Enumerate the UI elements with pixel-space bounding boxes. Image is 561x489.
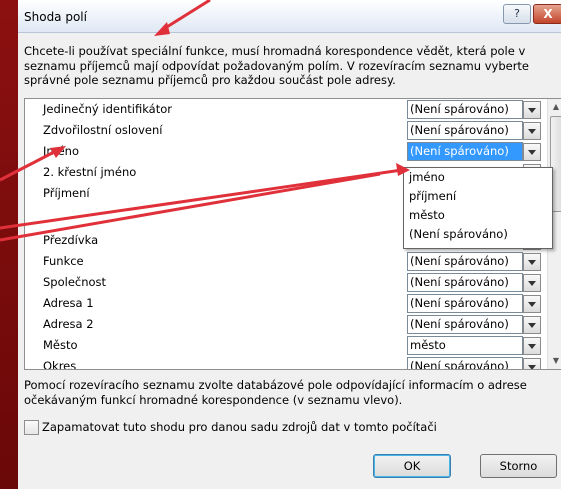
field-mapping-select-active[interactable]: (Není spárováno) <box>407 142 523 161</box>
field-dropdown-list: jméno příjmení město (Není spárováno) <box>403 167 553 249</box>
field-mapping-select[interactable]: (Není spárováno) <box>407 100 523 119</box>
field-mapping-select[interactable]: město <box>407 336 523 355</box>
mapping-row: Město město <box>25 335 547 356</box>
dropdown-option[interactable]: příjmení <box>404 187 552 206</box>
field-mapping-select[interactable]: (Není spárováno) <box>407 273 523 292</box>
dropdown-arrow-icon[interactable] <box>523 337 541 355</box>
scroll-down-icon[interactable]: ▼ <box>548 353 561 369</box>
field-label: Město <box>43 338 78 352</box>
mapping-row: Funkce (Není spárováno) <box>25 251 547 272</box>
background-slide <box>0 0 18 489</box>
field-label: Jedinečný identifikátor <box>43 102 172 116</box>
mapping-row: Adresa 1 (Není spárováno) <box>25 293 547 314</box>
ok-button[interactable]: OK <box>373 454 451 478</box>
mapping-row: Okres (Není spárováno) <box>25 356 547 370</box>
close-button[interactable]: X <box>533 4 561 24</box>
field-label: Funkce <box>43 254 84 268</box>
title-bar: Shoda polí ? X <box>18 0 561 33</box>
remember-checkbox[interactable] <box>24 420 39 435</box>
field-label: Okres <box>43 359 77 370</box>
field-mapping-select[interactable]: (Není spárováno) <box>407 294 523 313</box>
hint-text: Pomocí rozevíracího seznamu zvolte datab… <box>24 378 527 407</box>
dropdown-arrow-icon[interactable] <box>523 122 541 140</box>
field-label: Příjmení <box>43 186 90 200</box>
field-mapping-select[interactable]: (Není spárováno) <box>407 357 523 369</box>
field-label: Adresa 1 <box>43 296 94 310</box>
dropdown-arrow-icon[interactable] <box>523 101 541 119</box>
dropdown-arrow-icon[interactable] <box>523 316 541 334</box>
mapping-row: Zdvořilostní oslovení (Není spárováno) <box>25 120 547 141</box>
mapping-row: Společnost (Není spárováno) <box>25 272 547 293</box>
mapping-row: Adresa 2 (Není spárováno) <box>25 314 547 335</box>
instructions-text: Chcete-li používat speciální funkce, mus… <box>24 44 530 87</box>
mapping-row: Jméno (Není spárováno) <box>25 141 547 162</box>
remember-checkbox-label[interactable]: Zapamatovat tuto shodu pro danou sadu zd… <box>42 420 437 434</box>
dropdown-arrow-icon[interactable] <box>523 295 541 313</box>
dropdown-arrow-icon[interactable] <box>523 358 541 369</box>
field-mapping-select[interactable]: (Není spárováno) <box>407 252 523 271</box>
scroll-up-icon[interactable]: ▲ <box>548 99 561 115</box>
field-label: Společnost <box>43 275 107 289</box>
field-match-dialog: Shoda polí ? X Chcete-li používat speciá… <box>18 0 561 489</box>
field-label: 2. křestní jméno <box>43 165 137 179</box>
field-label: Zdvořilostní oslovení <box>43 123 163 137</box>
field-label: Adresa 2 <box>43 317 94 331</box>
cancel-button[interactable]: Storno <box>480 454 557 478</box>
field-label: Jméno <box>43 144 79 158</box>
dropdown-arrow-icon[interactable] <box>523 143 541 161</box>
field-label: Přezdívka <box>43 233 99 247</box>
help-button[interactable]: ? <box>503 4 531 24</box>
field-mapping-select[interactable]: (Není spárováno) <box>407 315 523 334</box>
dropdown-option[interactable]: jméno <box>404 168 552 187</box>
mapping-row: Jedinečný identifikátor (Není spárováno) <box>25 99 547 120</box>
dropdown-option[interactable]: město <box>404 206 552 225</box>
dropdown-arrow-icon[interactable] <box>523 253 541 271</box>
dropdown-arrow-icon[interactable] <box>523 274 541 292</box>
field-mapping-select[interactable]: (Není spárováno) <box>407 121 523 140</box>
dropdown-option[interactable]: (Není spárováno) <box>404 225 552 244</box>
dialog-title: Shoda polí <box>24 10 87 24</box>
